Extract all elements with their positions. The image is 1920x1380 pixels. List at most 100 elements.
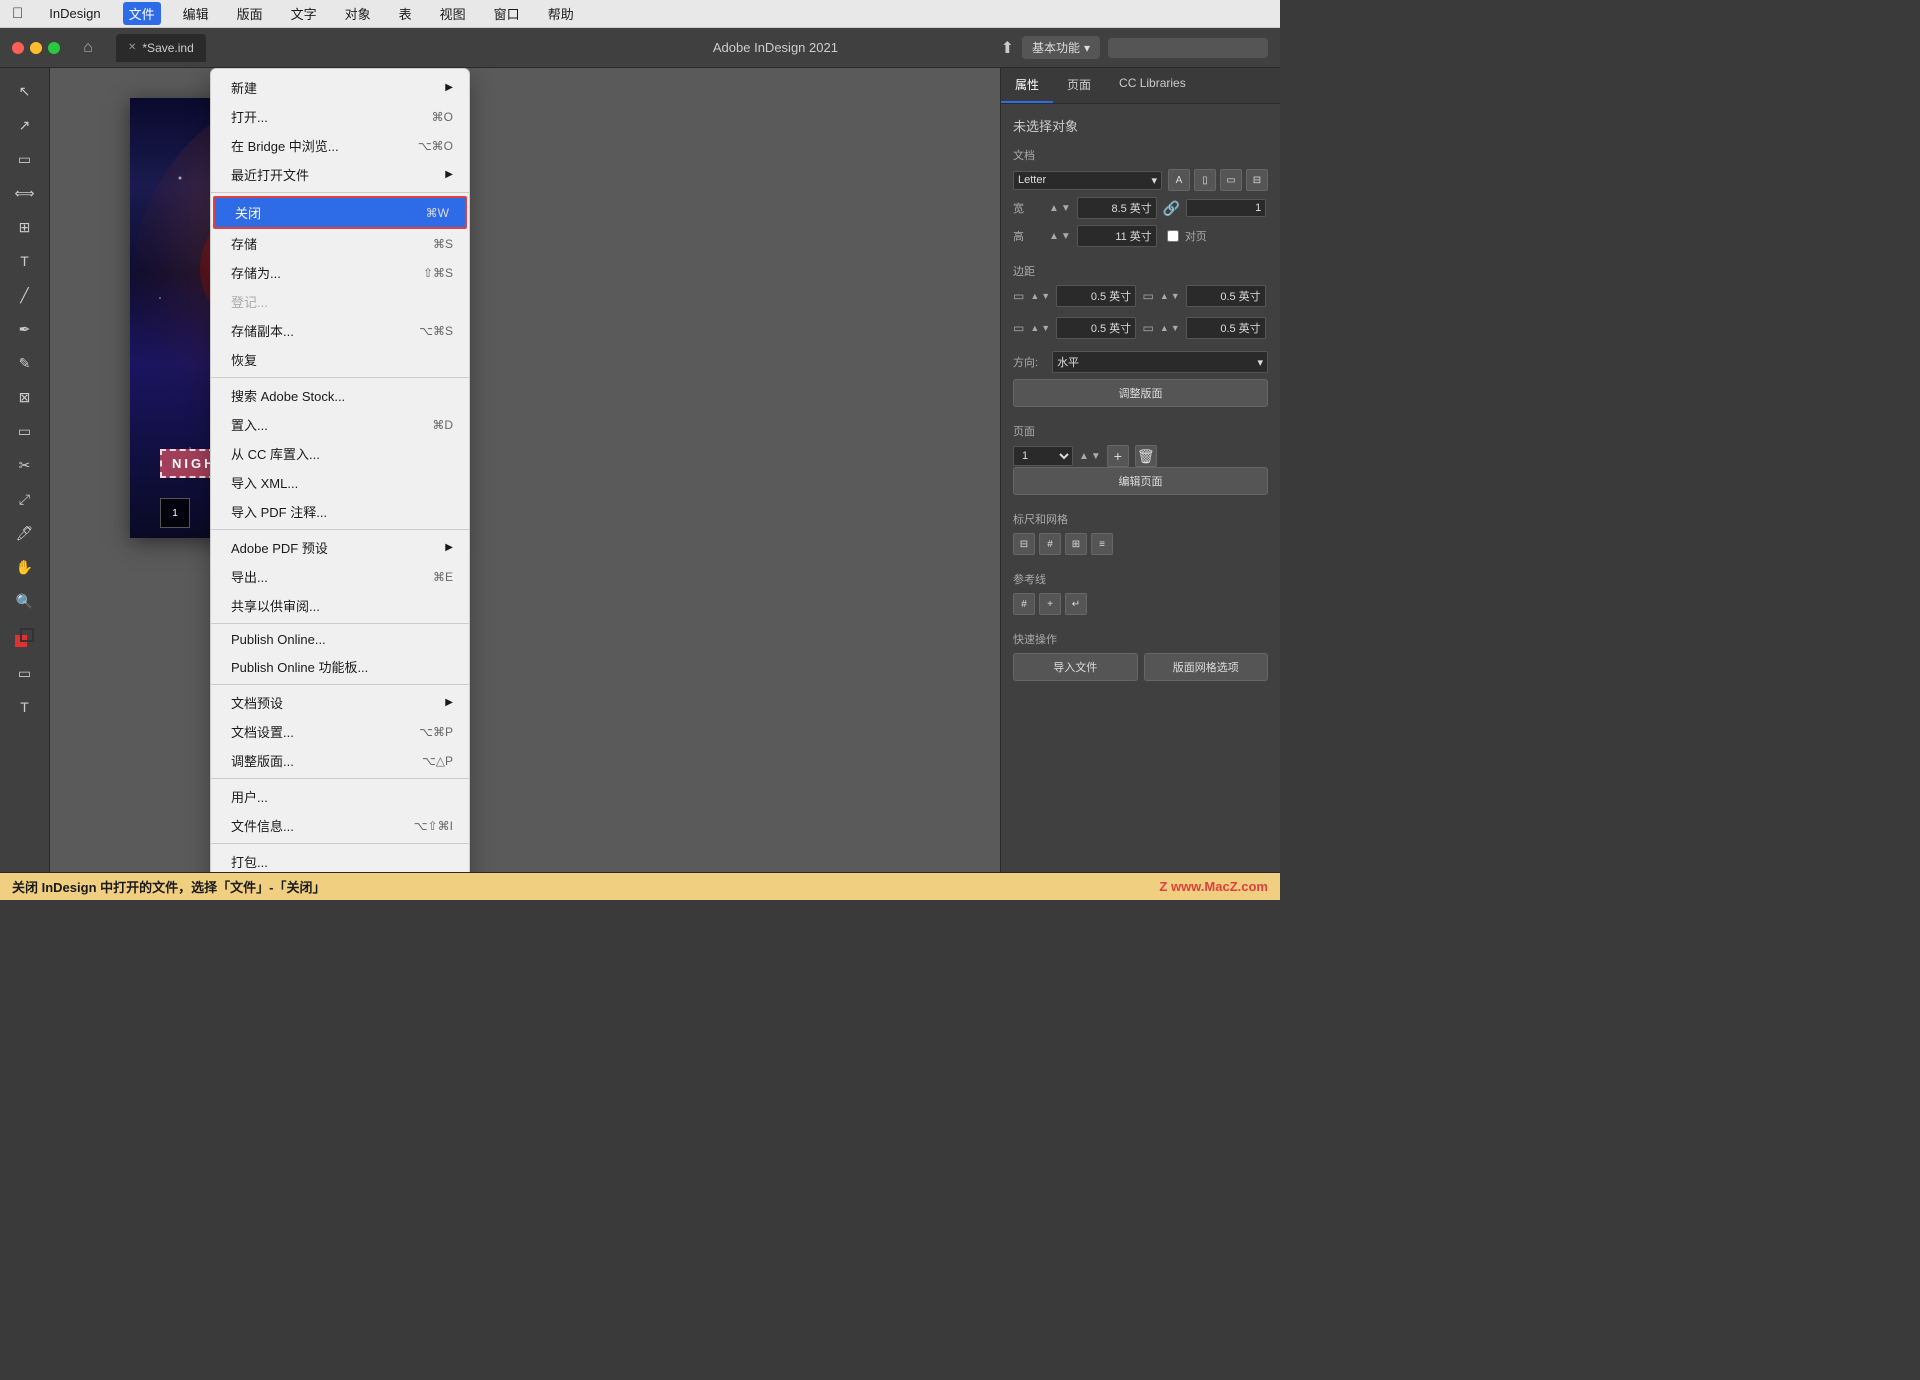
menu-adjust-layout[interactable]: 调整版面...⌥△P <box>211 746 469 775</box>
guide-icon-1[interactable]: # <box>1013 593 1035 615</box>
pages-value[interactable]: 1 <box>1186 199 1266 217</box>
menubar-layout[interactable]: 版面 <box>231 2 269 25</box>
menu-place-cc[interactable]: 从 CC 库置入... <box>211 439 469 468</box>
tab-pages[interactable]: 页面 <box>1053 68 1105 103</box>
share-icon[interactable]: ⬆ <box>1001 38 1014 58</box>
margin-right-value[interactable]: 0.5 英寸 <box>1186 285 1266 307</box>
grid-icon-1[interactable]: # <box>1039 533 1061 555</box>
zoom-tool[interactable]: 🔍 <box>10 586 40 616</box>
direct-select-tool[interactable]: ↗ <box>10 110 40 140</box>
margin-top-value[interactable]: 0.5 英寸 <box>1056 285 1136 307</box>
guide-icon-2[interactable]: + <box>1039 593 1061 615</box>
menu-open[interactable]: 打开...⌘O <box>211 102 469 131</box>
select-tool[interactable]: ↖ <box>10 76 40 106</box>
menu-revert[interactable]: 恢复 <box>211 345 469 374</box>
line-tool[interactable]: ╱ <box>10 280 40 310</box>
height-down-arrow[interactable]: ▼ <box>1061 231 1071 242</box>
maximize-traffic-light[interactable] <box>48 42 60 54</box>
canvas-area[interactable]: NIGHTWALK GUIDE 1 新建▶ 打开...⌘O 在 Bridge 中… <box>50 68 1000 872</box>
margin-left-value[interactable]: 0.5 英寸 <box>1186 317 1266 339</box>
edit-page-btn[interactable]: 编辑页面 <box>1013 467 1268 495</box>
letter-icon[interactable]: A <box>1168 169 1190 191</box>
menu-doc-presets[interactable]: 文档预设▶ <box>211 688 469 717</box>
grid-icon-3[interactable]: ≡ <box>1091 533 1113 555</box>
menubar-text[interactable]: 文字 <box>285 2 323 25</box>
landscape-icon[interactable]: ▭ <box>1220 169 1242 191</box>
normal-view-btn[interactable]: ▭ <box>10 658 40 688</box>
page-add-btn[interactable]: + <box>1107 445 1129 467</box>
layout-grid-btn[interactable]: 版面网格选项 <box>1144 653 1269 681</box>
guide-icon-3[interactable]: ↵ <box>1065 593 1087 615</box>
menubar-object[interactable]: 对象 <box>339 2 377 25</box>
link-icon[interactable]: 🔗 <box>1163 200 1180 217</box>
menu-close[interactable]: 关闭⌘W <box>213 196 467 229</box>
minimize-traffic-light[interactable] <box>30 42 42 54</box>
menubar-view[interactable]: 视图 <box>434 2 472 25</box>
tab-close-btn[interactable]: ✕ <box>128 42 136 53</box>
menu-import-pdf[interactable]: 导入 PDF 注释... <box>211 497 469 526</box>
menubar-file[interactable]: 文件 <box>123 2 161 25</box>
menu-save-copy[interactable]: 存储副本...⌥⌘S <box>211 316 469 345</box>
portrait-icon[interactable]: ▯ <box>1194 169 1216 191</box>
menu-publish-online[interactable]: Publish Online... <box>211 627 469 652</box>
menu-package[interactable]: 打包... <box>211 847 469 872</box>
menu-adobe-stock[interactable]: 搜索 Adobe Stock... <box>211 381 469 410</box>
menubar-edit[interactable]: 编辑 <box>177 2 215 25</box>
search-input[interactable] <box>1108 38 1268 58</box>
eyedropper-tool[interactable]: 🖊 <box>10 518 40 548</box>
rectangle-tool[interactable]: ▭ <box>10 416 40 446</box>
page-delete-btn[interactable]: 🗑 <box>1135 445 1157 467</box>
height-value[interactable]: 11 英寸 <box>1077 225 1157 247</box>
close-traffic-light[interactable] <box>12 42 24 54</box>
menu-save[interactable]: 存储⌘S <box>211 229 469 258</box>
scissors-tool[interactable]: ✂ <box>10 450 40 480</box>
preview-mode-btn[interactable]: T <box>10 692 40 722</box>
menu-file-info[interactable]: 文件信息...⌥⇧⌘I <box>211 811 469 840</box>
menu-doc-setup[interactable]: 文档设置...⌥⌘P <box>211 717 469 746</box>
menu-pdf-presets[interactable]: Adobe PDF 预设▶ <box>211 533 469 562</box>
doc-size-select[interactable]: Letter ▾ <box>1013 171 1162 190</box>
menu-share-review[interactable]: 共享以供审阅... <box>211 591 469 620</box>
ruler-icon[interactable]: ⊟ <box>1013 533 1035 555</box>
import-file-btn[interactable]: 导入文件 <box>1013 653 1138 681</box>
menubar-help[interactable]: 帮助 <box>542 2 580 25</box>
document-tab[interactable]: ✕ *Save.ind <box>116 34 206 62</box>
menu-bridge[interactable]: 在 Bridge 中浏览...⌥⌘O <box>211 131 469 160</box>
menu-place[interactable]: 置入...⌘D <box>211 410 469 439</box>
gap-tool[interactable]: ⟺ <box>10 178 40 208</box>
width-down-arrow[interactable]: ▼ <box>1061 203 1071 214</box>
margin-bottom-value[interactable]: 0.5 英寸 <box>1056 317 1136 339</box>
menubar-window[interactable]: 窗口 <box>488 2 526 25</box>
menubar-table[interactable]: 表 <box>393 2 418 25</box>
spread-icon[interactable]: ⊟ <box>1246 169 1268 191</box>
workspace-selector[interactable]: 基本功能 ▾ <box>1022 36 1100 59</box>
page-number-select[interactable]: 1 <box>1013 446 1073 466</box>
height-up-arrow[interactable]: ▲ <box>1049 231 1059 242</box>
hand-tool[interactable]: ✋ <box>10 552 40 582</box>
direction-select[interactable]: 水平 ▾ <box>1052 351 1268 373</box>
menu-import-xml[interactable]: 导入 XML... <box>211 468 469 497</box>
pen-tool[interactable]: ✒ <box>10 314 40 344</box>
type-tool[interactable]: T <box>10 246 40 276</box>
menu-recent[interactable]: 最近打开文件▶ <box>211 160 469 189</box>
menu-save-as[interactable]: 存储为...⇧⌘S <box>211 258 469 287</box>
width-value[interactable]: 8.5 英寸 <box>1077 197 1157 219</box>
grid-icon-2[interactable]: ⊞ <box>1065 533 1087 555</box>
menu-publish-online-dashboard[interactable]: Publish Online 功能板... <box>211 652 469 681</box>
page-tool[interactable]: ▭ <box>10 144 40 174</box>
home-icon[interactable]: ⌂ <box>76 36 100 60</box>
content-tool[interactable]: ⊞ <box>10 212 40 242</box>
menu-user[interactable]: 用户... <box>211 782 469 811</box>
menu-export[interactable]: 导出...⌘E <box>211 562 469 591</box>
facing-pages-checkbox[interactable] <box>1167 230 1179 242</box>
adjust-layout-btn[interactable]: 调整版面 <box>1013 379 1268 407</box>
free-transform-tool[interactable]: ⤢ <box>10 484 40 514</box>
pencil-tool[interactable]: ✎ <box>10 348 40 378</box>
apple-logo[interactable]:  <box>12 5 23 22</box>
tab-cc-libraries[interactable]: CC Libraries <box>1105 68 1200 103</box>
width-up-arrow[interactable]: ▲ <box>1049 203 1059 214</box>
menu-new[interactable]: 新建▶ <box>211 73 469 102</box>
menubar-indesign[interactable]: InDesign <box>43 4 106 23</box>
rectangle-frame-tool[interactable]: ⊠ <box>10 382 40 412</box>
tab-properties[interactable]: 属性 <box>1001 68 1053 103</box>
